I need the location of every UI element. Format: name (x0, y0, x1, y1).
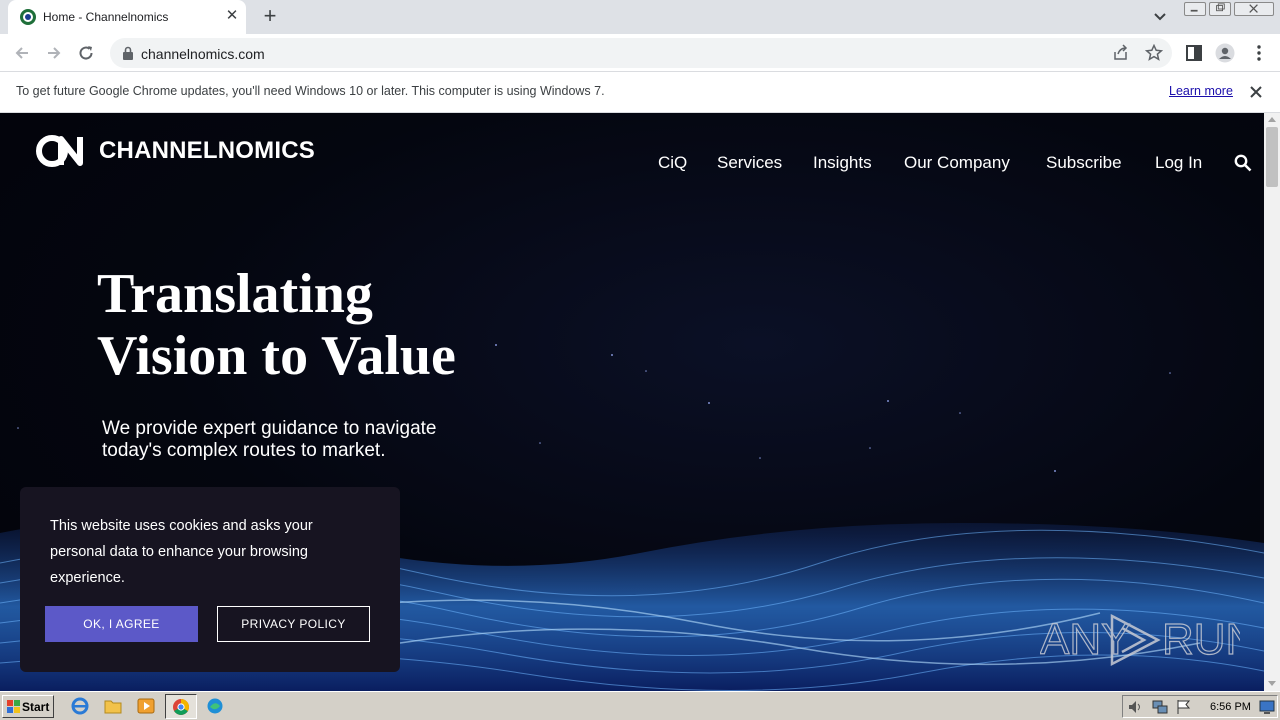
window-restore-button[interactable] (1209, 2, 1231, 16)
url-text[interactable]: channelnomics.com (141, 46, 265, 62)
kebab-menu-icon[interactable] (1249, 43, 1269, 63)
infobar-close-icon[interactable] (1247, 83, 1265, 101)
nav-subscribe[interactable]: Subscribe (1046, 153, 1122, 173)
cookie-consent-banner: This website uses cookies and asks your … (20, 487, 400, 672)
webpage-viewport: CHANNELNOMICS CiQ Services Insights Our … (0, 113, 1264, 691)
nav-insights[interactable]: Insights (813, 153, 872, 173)
cookie-message: This website uses cookies and asks your … (50, 518, 313, 586)
share-icon[interactable] (1112, 44, 1130, 62)
reload-icon[interactable] (76, 43, 96, 63)
privacy-policy-button[interactable]: PRIVACY POLICY (217, 606, 370, 642)
anyrun-watermark: ANY RUN (1040, 613, 1240, 667)
tab-close-icon[interactable]: ✕ (224, 8, 240, 24)
forward-arrow-icon[interactable] (44, 43, 64, 63)
tab-search-chevron-down-icon[interactable] (1150, 8, 1170, 26)
new-tab-button[interactable]: + (258, 5, 282, 29)
network-icon[interactable] (1151, 699, 1169, 715)
tab-title: Home - Channelnomics (43, 10, 169, 24)
taskbar-clock[interactable]: 6:56 PM (1210, 701, 1251, 713)
channelnomics-logo-icon (36, 135, 83, 167)
media-player-icon[interactable] (136, 697, 156, 715)
start-label: Start (22, 700, 50, 714)
address-bar[interactable]: channelnomics.com (110, 38, 1172, 68)
nav-services[interactable]: Services (717, 153, 782, 173)
hero-title: Translating Vision to Value (97, 263, 456, 387)
edge-icon[interactable] (205, 697, 225, 715)
hero-subtitle: We provide expert guidance to navigate t… (102, 418, 502, 462)
windows-flag-icon (7, 700, 20, 713)
browser-tabstrip: Home - Channelnomics ✕ + (0, 0, 1280, 34)
window-minimize-button[interactable] (1184, 2, 1206, 16)
cookie-agree-button[interactable]: OK, I AGREE (45, 606, 198, 642)
taskbar-chrome-active[interactable] (165, 694, 197, 719)
hero-title-line2: Vision to Value (97, 325, 456, 387)
nav-log-in[interactable]: Log In (1155, 153, 1202, 173)
infobar-message: To get future Google Chrome updates, you… (16, 84, 605, 98)
volume-icon[interactable] (1127, 699, 1145, 715)
action-center-flag-icon[interactable] (1175, 699, 1193, 715)
profile-avatar-icon[interactable] (1215, 43, 1235, 63)
browser-toolbar: channelnomics.com (0, 34, 1280, 72)
watermark-left-text: ANY (1040, 615, 1130, 664)
lock-icon[interactable] (122, 46, 134, 60)
bookmark-star-icon[interactable] (1145, 44, 1163, 62)
update-infobar: To get future Google Chrome updates, you… (0, 72, 1280, 113)
channelnomics-favicon-icon (20, 9, 36, 25)
tab-home[interactable]: Home - Channelnomics ✕ (8, 0, 246, 34)
file-explorer-folder-icon[interactable] (103, 697, 123, 715)
internet-explorer-icon[interactable] (70, 697, 90, 715)
back-arrow-icon[interactable] (12, 43, 32, 63)
brand-name: CHANNELNOMICS (99, 137, 315, 164)
site-search-icon[interactable] (1234, 154, 1252, 172)
show-desktop-icon[interactable] (1259, 699, 1275, 715)
page-scrollbar[interactable] (1264, 113, 1280, 691)
windows-taskbar: Start 6:56 PM (0, 691, 1280, 720)
hero-subtitle-line1: We provide expert guidance to navigate (102, 418, 437, 439)
chrome-icon (173, 699, 189, 715)
window-close-button[interactable] (1234, 2, 1274, 16)
channelnomics-logo[interactable]: CHANNELNOMICS (35, 133, 315, 169)
scroll-thumb[interactable] (1266, 127, 1278, 187)
scroll-up-arrow-icon[interactable] (1268, 117, 1276, 122)
watermark-right-text: RUN (1162, 615, 1240, 664)
hero-subtitle-line2: today's complex routes to market. (102, 440, 386, 461)
scroll-down-arrow-icon[interactable] (1268, 681, 1276, 686)
learn-more-link[interactable]: Learn more (1169, 84, 1233, 98)
nav-our-company[interactable]: Our Company (904, 153, 1010, 173)
start-button[interactable]: Start (2, 695, 54, 718)
nav-ciq[interactable]: CiQ (658, 153, 687, 173)
system-tray: 6:56 PM (1122, 695, 1278, 718)
side-panel-icon[interactable] (1184, 43, 1204, 63)
hero-title-line1: Translating (97, 263, 373, 325)
